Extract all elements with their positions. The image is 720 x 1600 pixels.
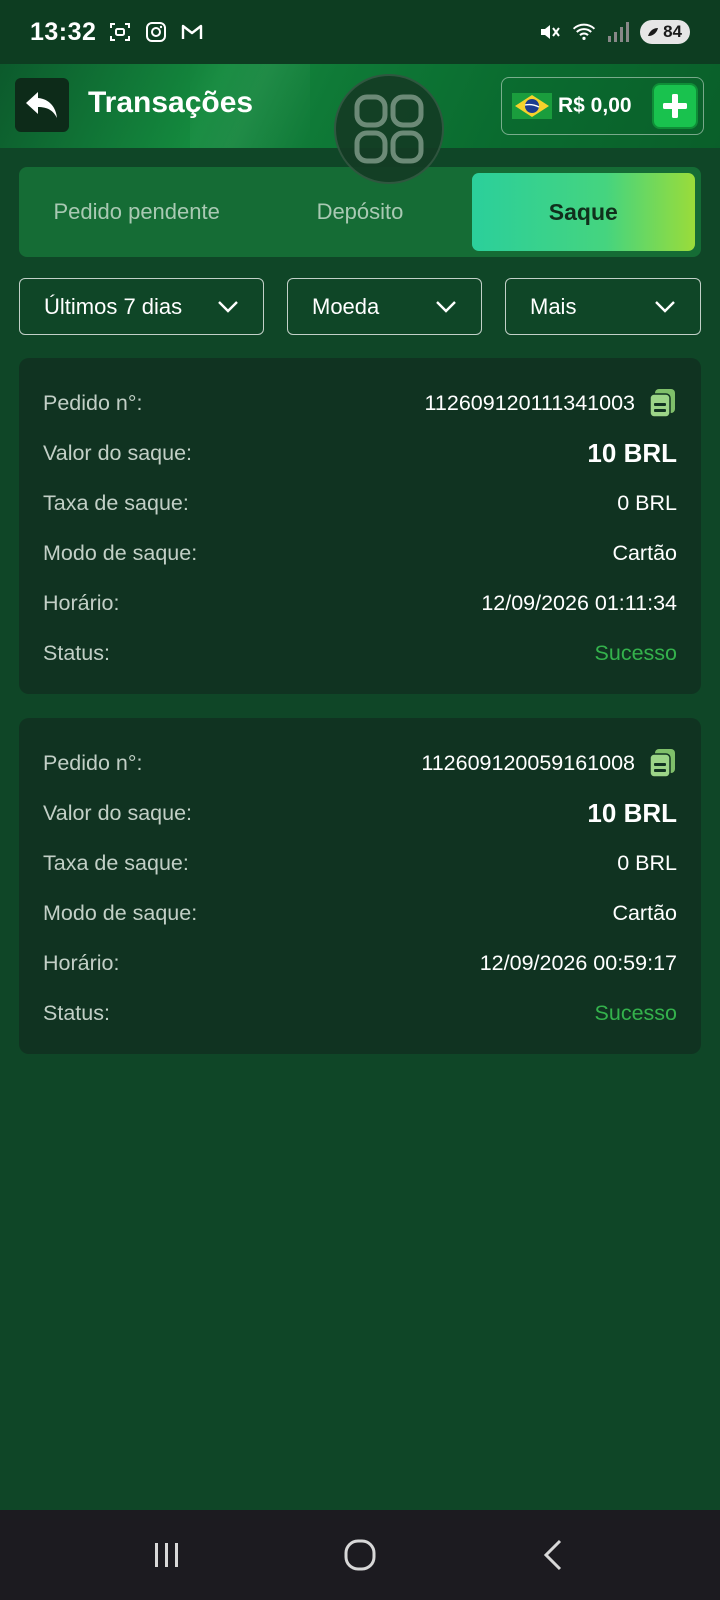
- app-menu-button[interactable]: [334, 74, 444, 184]
- back-button[interactable]: [15, 78, 69, 132]
- home-icon: [344, 1539, 376, 1571]
- currency-filter[interactable]: Moeda: [287, 278, 482, 335]
- wifi-icon: [572, 20, 596, 44]
- copy-icon[interactable]: [649, 748, 677, 778]
- brazil-flag-icon: [512, 89, 552, 123]
- amount-row: Valor do saque: 10 BRL: [43, 788, 677, 838]
- clock: 13:32: [30, 17, 97, 46]
- status-bar: 13:32 84: [0, 0, 720, 64]
- chevron-down-icon: [436, 300, 456, 313]
- amount-value: 10 BRL: [587, 437, 677, 468]
- time-value: 12/09/2026 01:11:34: [481, 590, 677, 615]
- time-value: 12/09/2026 00:59:17: [479, 950, 677, 975]
- recent-apps-icon: [154, 1543, 178, 1567]
- transaction-card: Pedido n°: 112609120059161008 Valor do s…: [19, 718, 701, 1054]
- order-number: 112609120111341003: [424, 390, 635, 415]
- chevron-down-icon: [655, 300, 675, 313]
- balance-display[interactable]: R$ 0,00: [501, 77, 704, 135]
- chevron-down-icon: [218, 300, 238, 313]
- more-filter[interactable]: Mais: [505, 278, 701, 335]
- time-label: Horário:: [43, 590, 120, 615]
- status-label: Status:: [43, 1000, 110, 1025]
- tab-deposit[interactable]: Depósito: [248, 173, 471, 251]
- order-row: Pedido n°: 112609120059161008: [43, 738, 677, 788]
- filter-bar: Últimos 7 dias Moeda Mais: [19, 278, 701, 335]
- system-navigation-bar: [0, 1510, 720, 1600]
- page-title: Transações: [88, 86, 254, 119]
- battery-level: 84: [663, 22, 682, 41]
- status-row: Status: Sucesso: [43, 988, 677, 1038]
- status-badge: Sucesso: [594, 640, 677, 665]
- recent-apps-button[interactable]: [137, 1525, 197, 1585]
- screenshot-icon: [108, 20, 132, 44]
- chevron-left-icon: [544, 1539, 562, 1571]
- time-label: Horário:: [43, 950, 120, 975]
- signal-icon: [606, 20, 630, 44]
- copy-icon[interactable]: [649, 388, 677, 418]
- home-button[interactable]: [330, 1525, 390, 1585]
- mute-icon: [538, 20, 562, 44]
- deposit-add-button[interactable]: [652, 83, 698, 129]
- app-header: Transações R$ 0,00: [0, 64, 720, 184]
- mode-row: Modo de saque: Cartão: [43, 888, 677, 938]
- back-arrow-icon: [26, 92, 57, 118]
- order-label: Pedido n°:: [43, 750, 143, 775]
- battery-icon: 84: [640, 20, 690, 44]
- instagram-icon: [144, 20, 168, 44]
- period-filter-label: Últimos 7 dias: [44, 293, 183, 319]
- status-badge: Sucesso: [594, 1000, 677, 1025]
- fee-value: 0 BRL: [617, 490, 677, 515]
- mode-value: Cartão: [612, 540, 677, 565]
- order-number: 112609120059161008: [421, 750, 635, 775]
- mode-label: Modo de saque:: [43, 540, 198, 565]
- amount-label: Valor do saque:: [43, 440, 193, 465]
- mode-label: Modo de saque:: [43, 900, 198, 925]
- gmail-icon: [180, 20, 204, 44]
- fee-value: 0 BRL: [617, 850, 677, 875]
- order-label: Pedido n°:: [43, 390, 143, 415]
- amount-row: Valor do saque: 10 BRL: [43, 428, 677, 478]
- balance-amount: R$ 0,00: [558, 94, 632, 117]
- tab-pending[interactable]: Pedido pendente: [25, 173, 248, 251]
- mode-row: Modo de saque: Cartão: [43, 528, 677, 578]
- time-row: Horário: 12/09/2026 00:59:17: [43, 938, 677, 988]
- tab-withdrawal[interactable]: Saque: [471, 173, 695, 251]
- grid-icon: [354, 94, 424, 164]
- fee-row: Taxa de saque: 0 BRL: [43, 478, 677, 528]
- more-filter-label: Mais: [530, 293, 577, 319]
- amount-label: Valor do saque:: [43, 800, 193, 825]
- transaction-card: Pedido n°: 112609120111341003 Valor do s…: [19, 358, 701, 694]
- status-label: Status:: [43, 640, 110, 665]
- period-filter[interactable]: Últimos 7 dias: [19, 278, 264, 335]
- order-row: Pedido n°: 112609120111341003: [43, 378, 677, 428]
- amount-value: 10 BRL: [587, 797, 677, 828]
- status-row: Status: Sucesso: [43, 628, 677, 678]
- mode-value: Cartão: [612, 900, 677, 925]
- time-row: Horário: 12/09/2026 01:11:34: [43, 578, 677, 628]
- back-nav-button[interactable]: [523, 1525, 583, 1585]
- currency-filter-label: Moeda: [312, 293, 380, 319]
- fee-label: Taxa de saque:: [43, 850, 189, 875]
- plus-icon: [663, 94, 687, 118]
- fee-row: Taxa de saque: 0 BRL: [43, 838, 677, 888]
- transaction-tabs: Pedido pendente Depósito Saque: [19, 167, 701, 257]
- fee-label: Taxa de saque:: [43, 490, 189, 515]
